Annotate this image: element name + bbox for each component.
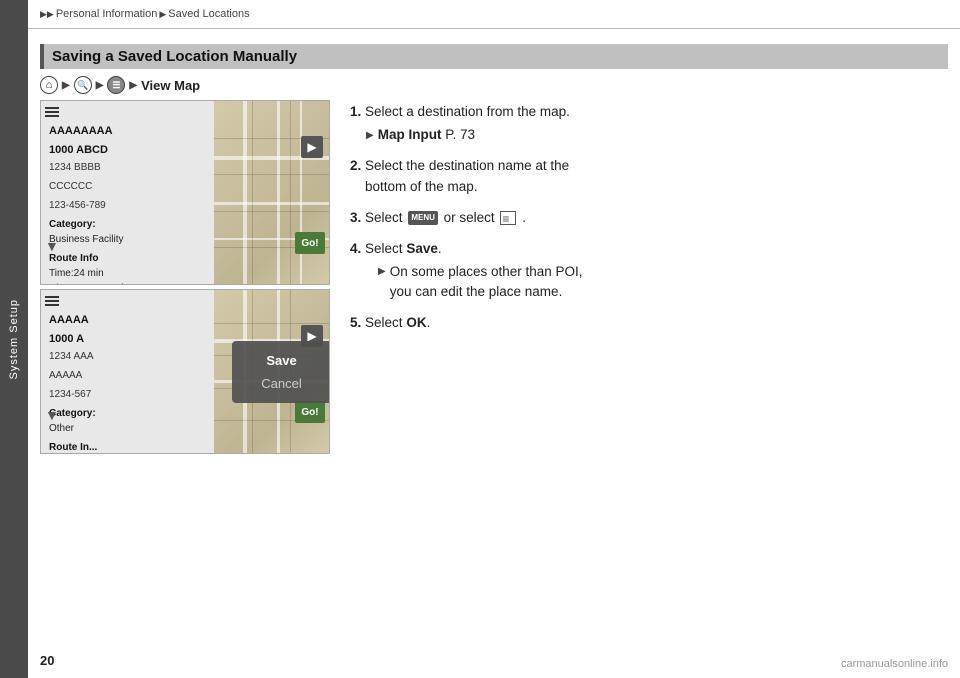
step4-sub: ▶ On some places other than POI,you can …: [378, 262, 948, 304]
nav-arrow3: ▶: [129, 80, 137, 91]
category-value-bottom: Other: [49, 423, 74, 434]
category-label-top: Category:: [49, 219, 96, 230]
screenshots-panel: AAAAAAAA 1000 ABCD 1234 BBBB CCCCCC 123-…: [40, 100, 330, 658]
breadcrumb-arrow2: ▶: [159, 9, 166, 20]
main-content: ▶▶ Personal Information ▶ Saved Location…: [28, 0, 960, 678]
section-title: Saving a Saved Location Manually: [52, 48, 297, 65]
screenshot-top: AAAAAAAA 1000 ABCD 1234 BBBB CCCCCC 123-…: [40, 100, 330, 285]
save-button[interactable]: Save: [266, 353, 296, 368]
breadcrumb: ▶▶ Personal Information ▶ Saved Location…: [40, 8, 250, 20]
search-icon: 🔍: [74, 76, 92, 94]
nav-label: View Map: [141, 78, 200, 93]
instruction-5: 5. Select OK.: [350, 313, 948, 334]
breadcrumb-item1: Personal Information: [56, 8, 158, 20]
screenshot-bottom: AAAAA 1000 A 1234 AAA AAAAA 1234-567 Cat…: [40, 289, 330, 454]
save-cancel-dialog: Save Cancel: [232, 341, 330, 403]
step4-bullet-arrow: ▶: [378, 264, 386, 280]
instructions-panel: 1. Select a destination from the map. ▶ …: [350, 100, 948, 658]
info-panel-bottom: AAAAA 1000 A 1234 AAA AAAAA 1234-567 Cat…: [41, 306, 216, 454]
step1-sub-arrow: ▶: [366, 128, 374, 144]
down-arrow-top: ▼: [45, 238, 59, 254]
instruction-4: 4. Select Save. ▶ On some places other t…: [350, 239, 948, 304]
breadcrumb-arrow1: ▶▶: [40, 9, 54, 20]
page-number: 20: [40, 653, 54, 668]
sidebar-label: System Setup: [8, 299, 20, 379]
nav-path: ⌂ ▶ 🔍 ▶ ☰ ▶ View Map: [40, 76, 200, 94]
route-label-bottom: Route In...: [49, 440, 208, 454]
address3-bottom: 1234-567: [49, 387, 208, 402]
step2-num: 2.: [350, 158, 361, 173]
menu-icon-top[interactable]: [45, 107, 59, 117]
info-panel-top: AAAAAAAA 1000 ABCD 1234 BBBB CCCCCC 123-…: [41, 117, 216, 285]
address2-top: CCCCCC: [49, 179, 208, 194]
step1-sub-text: Map Input P. 73: [378, 125, 475, 146]
step4-text: Select Save.: [365, 241, 442, 256]
instruction-3: 3. Select MENU or select .: [350, 208, 948, 229]
content-area: AAAAAAAA 1000 ABCD 1234 BBBB CCCCCC 123-…: [40, 100, 948, 658]
step5-text: Select OK.: [365, 315, 430, 330]
panel-left-top: AAAAAAAA 1000 ABCD 1234 BBBB CCCCCC 123-…: [41, 101, 216, 284]
watermark: carmanualsonline.info: [841, 658, 948, 670]
home-icon: ⌂: [40, 76, 58, 94]
category-bottom: Category: Other: [49, 406, 208, 436]
instruction-2: 2. Select the destination name at the bo…: [350, 156, 948, 198]
step2-text: Select the destination name at the botto…: [350, 158, 569, 194]
step1-text: Select a destination from the map.: [365, 104, 570, 119]
route-top: Route Info Time:24 min Distance:10.0 mi: [49, 251, 208, 285]
sidebar: System Setup: [0, 0, 28, 678]
route-label-top: Route Info: [49, 251, 208, 266]
step1-sub: ▶ Map Input P. 73: [366, 125, 948, 146]
category-value-top: Business Facility: [49, 234, 123, 245]
category-top: Category: Business Facility: [49, 217, 208, 247]
location-name-bottom: AAAAA: [49, 312, 208, 329]
breadcrumb-item2: Saved Locations: [168, 8, 249, 20]
go-button-bottom[interactable]: Go!: [295, 401, 325, 423]
list-icon-inline: [500, 211, 516, 225]
menu-icon-inline: MENU: [408, 211, 438, 225]
location-name-top: AAAAAAAA: [49, 123, 208, 140]
step3-num: 3.: [350, 210, 361, 225]
instruction-1: 1. Select a destination from the map. ▶ …: [350, 102, 948, 146]
address1-top: 1234 BBBB: [49, 160, 208, 175]
nav-arrow2: ▶: [96, 80, 104, 91]
address1-bottom: 1234 AAA: [49, 349, 208, 364]
location-subname-bottom: 1000 A: [49, 331, 208, 348]
address3-top: 123-456-789: [49, 198, 208, 213]
section-header: Saving a Saved Location Manually: [40, 44, 948, 69]
route-distance-top: Distance:10.0 mi: [49, 281, 208, 285]
step4-num: 4.: [350, 241, 361, 256]
map-nav-arrow-top: ▶: [301, 136, 323, 158]
go-button-top[interactable]: Go!: [295, 232, 325, 254]
top-divider: [28, 28, 960, 29]
step1-num: 1.: [350, 104, 361, 119]
address2-bottom: AAAAA: [49, 368, 208, 383]
step5-num: 5.: [350, 315, 361, 330]
map-top: ▶ Go!: [214, 101, 329, 284]
route-time-top: Time:24 min: [49, 266, 208, 281]
panel-left-bottom: AAAAA 1000 A 1234 AAA AAAAA 1234-567 Cat…: [41, 290, 216, 453]
step3-period: .: [522, 210, 526, 225]
nav-arrow1: ▶: [62, 80, 70, 91]
menu-icon-bottom[interactable]: [45, 296, 59, 306]
settings-icon: ☰: [107, 76, 125, 94]
cancel-button[interactable]: Cancel: [261, 376, 301, 391]
step4-sub-text: On some places other than POI,you can ed…: [390, 262, 583, 304]
location-subname-top: 1000 ABCD: [49, 142, 208, 159]
step3-text: Select: [365, 210, 406, 225]
map-bottom: ▶ Go! Save Cancel: [214, 290, 329, 453]
route-bottom: Route In... Time:20... Distance:12.0...: [49, 440, 208, 454]
map-grid-top: [214, 101, 329, 284]
step3-or: or select: [444, 210, 499, 225]
down-arrow-bottom: ▼: [45, 407, 59, 423]
